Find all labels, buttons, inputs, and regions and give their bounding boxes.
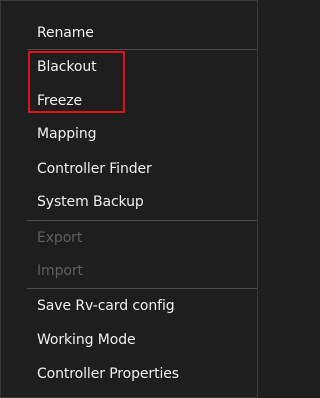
menu-item-system-backup[interactable]: System Backup	[37, 189, 253, 215]
menu-item-import: Import	[37, 263, 83, 279]
highlight-box	[28, 51, 125, 113]
menu-separator	[27, 49, 257, 50]
menu-item-mapping[interactable]: Mapping	[37, 121, 253, 147]
menu-item-controller-finder[interactable]: Controller Finder	[37, 156, 253, 182]
menu-item-controller-properties[interactable]: Controller Properties	[37, 361, 253, 387]
menu-item-rename[interactable]: Rename	[37, 20, 253, 46]
menu-item-export: Export	[37, 230, 83, 246]
menu-separator	[27, 220, 257, 221]
menu-item-working-mode[interactable]: Working Mode	[37, 327, 253, 353]
context-menu: Rename Blackout Freeze Mapping Controlle…	[0, 0, 258, 398]
menu-separator	[27, 288, 257, 289]
menu-item-save-rv-card-config[interactable]: Save Rv-card config	[37, 293, 253, 319]
